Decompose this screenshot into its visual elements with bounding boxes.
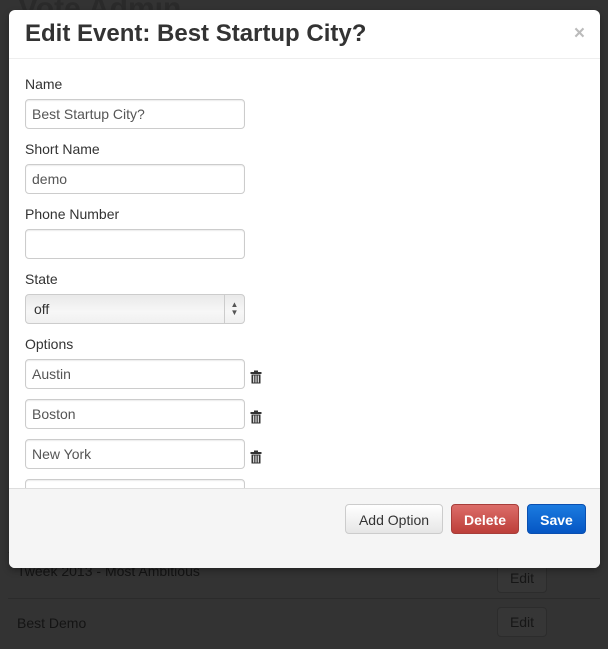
- modal-body[interactable]: Name Short Name Phone Number State off ▲…: [9, 59, 600, 488]
- save-button[interactable]: Save: [527, 504, 586, 534]
- background-list-item: Best Demo Edit: [8, 598, 600, 645]
- name-label: Name: [25, 76, 63, 92]
- trash-icon[interactable]: [249, 450, 263, 464]
- option-input[interactable]: [25, 439, 245, 469]
- modal-header: Edit Event: Best Startup City? ×: [9, 10, 600, 59]
- options-label: Options: [25, 336, 74, 352]
- delete-button[interactable]: Delete: [451, 504, 519, 534]
- modal-title: Edit Event: Best Startup City?: [25, 20, 367, 47]
- close-icon[interactable]: ×: [574, 24, 585, 44]
- option-input[interactable]: [25, 359, 245, 389]
- phone-number-input[interactable]: [25, 229, 245, 259]
- add-option-button[interactable]: Add Option: [345, 504, 443, 534]
- short-name-input[interactable]: [25, 164, 245, 194]
- background-edit-button[interactable]: Edit: [497, 607, 547, 637]
- select-arrows-icon: ▲ ▼: [224, 295, 244, 323]
- short-name-label: Short Name: [25, 141, 100, 157]
- name-input[interactable]: [25, 99, 245, 129]
- edit-event-modal: Edit Event: Best Startup City? × Name Sh…: [9, 10, 600, 568]
- background-item-label: Best Demo: [17, 615, 87, 631]
- trash-icon[interactable]: [249, 370, 263, 384]
- state-select-value: off: [34, 301, 50, 317]
- state-label: State: [25, 271, 58, 287]
- modal-footer: Add Option Delete Save: [9, 488, 600, 568]
- phone-number-label: Phone Number: [25, 206, 120, 222]
- trash-icon[interactable]: [249, 410, 263, 424]
- option-input[interactable]: [25, 479, 245, 488]
- state-select[interactable]: off ▲ ▼: [25, 294, 245, 324]
- option-input[interactable]: [25, 399, 245, 429]
